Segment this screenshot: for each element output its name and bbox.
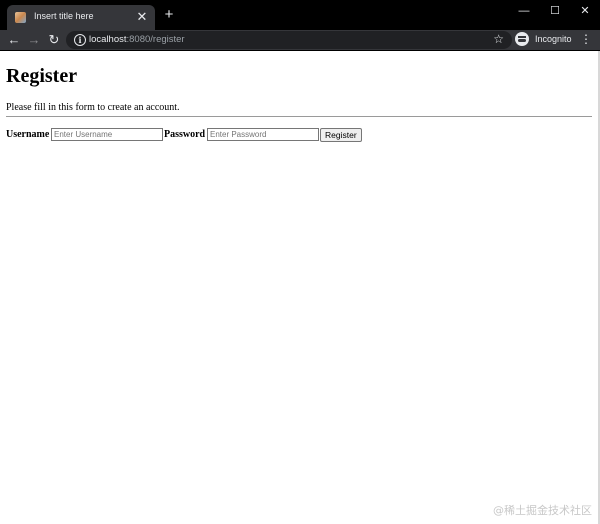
browser-chrome: Insert title here ✕ + — ☐ ✕ ← → ↻ i loca… [0,0,600,51]
intro-text: Please fill in this form to create an ac… [6,102,180,113]
reload-icon[interactable]: ↻ [46,32,62,48]
arrow-left-icon[interactable]: ← [6,32,22,48]
tab-active[interactable]: Insert title here ✕ [7,5,155,30]
watermark: @稀土掘金技术社区 [493,504,592,517]
kebab-menu-icon[interactable]: ⋮ [580,32,592,46]
url-text[interactable]: localhost:8080/register [89,34,185,45]
new-tab-button[interactable]: + [162,7,176,22]
minimize-button[interactable]: — [510,2,538,22]
page-content: Register Please fill in this form to cre… [0,51,600,524]
username-label: Username [6,129,50,140]
favicon-icon [15,12,26,23]
tab-title: Insert title here [34,11,94,21]
incognito-icon [515,32,529,46]
username-input[interactable]: Enter Username [51,128,163,141]
incognito-label: Incognito [535,34,572,44]
address-bar[interactable]: i localhost:8080/register ☆ [66,31,512,49]
close-tab-icon[interactable]: ✕ [135,10,149,24]
arrow-right-icon[interactable]: → [26,32,42,48]
page-title: Register [6,65,78,87]
star-icon[interactable]: ☆ [493,32,504,46]
tab-strip: Insert title here ✕ + — ☐ ✕ [0,0,600,30]
maximize-button[interactable]: ☐ [541,2,569,22]
password-label: Password [164,129,206,140]
info-icon[interactable]: i [74,34,86,46]
divider [6,116,592,117]
register-button[interactable]: Register [320,128,362,142]
browser-toolbar: ← → ↻ i localhost:8080/register ☆ Incogn… [0,30,600,50]
url-host: localhost [89,34,127,45]
window-close-button[interactable]: ✕ [571,2,599,22]
url-path: :8080/register [126,34,185,45]
password-input[interactable]: Enter Password [207,128,319,141]
